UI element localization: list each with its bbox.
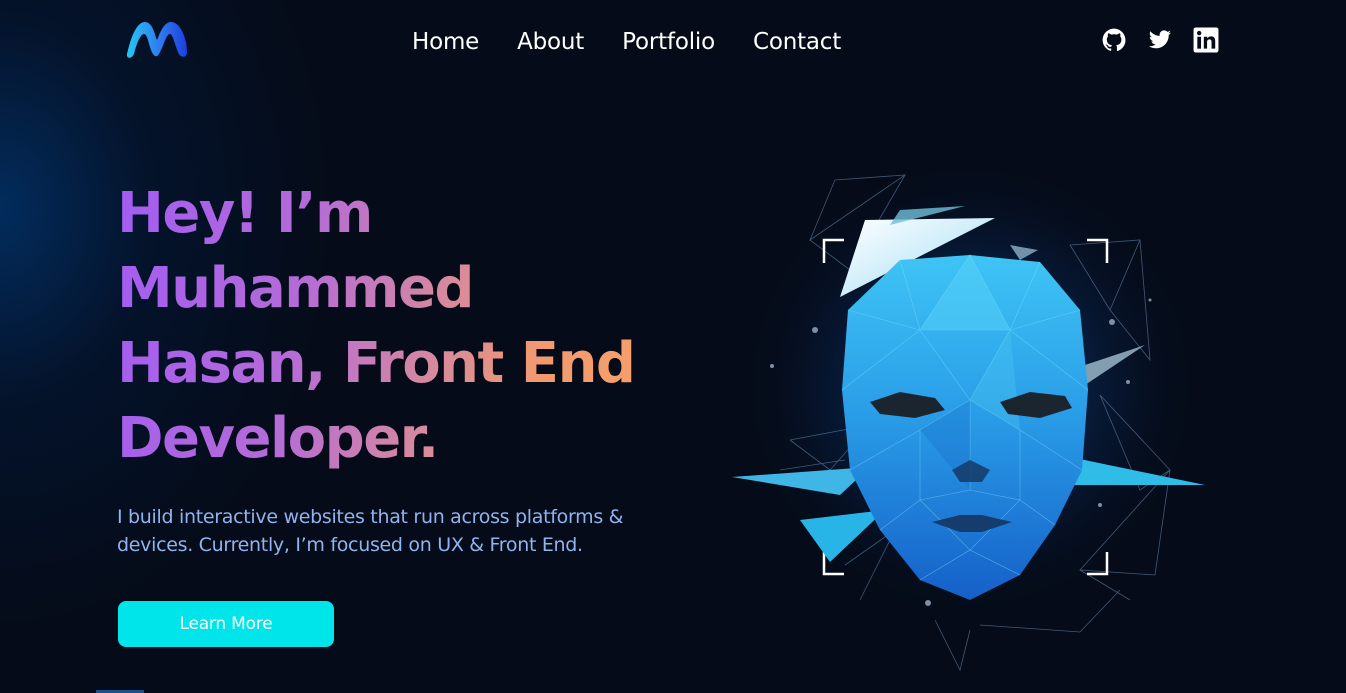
headline-line: Hasan, Front End (117, 331, 635, 396)
linkedin-icon[interactable] (1192, 26, 1220, 54)
hero-headline: Hey! I’m Muhammed Hasan, Front End Devel… (117, 176, 637, 476)
main-nav: Home About Portfolio Contact (412, 26, 841, 58)
logo-icon[interactable] (121, 16, 193, 62)
twitter-icon[interactable] (1146, 26, 1174, 54)
headline-line: Hey! I’m (117, 181, 372, 246)
social-links (1100, 26, 1220, 54)
description-line: devices. Currently, I’m focused on UX & … (117, 534, 583, 556)
github-icon[interactable] (1100, 26, 1128, 54)
hero-description: I build interactive websites that run ac… (117, 503, 637, 559)
nav-home-link[interactable]: Home (412, 26, 479, 58)
nav-contact-link[interactable]: Contact (753, 26, 841, 58)
nav-portfolio-link[interactable]: Portfolio (622, 26, 715, 58)
headline-line: Muhammed (117, 256, 474, 321)
learn-more-button[interactable]: Learn More (118, 601, 334, 647)
description-line: I build interactive websites that run ac… (117, 506, 624, 528)
polygonal-face-illustration (730, 170, 1210, 672)
headline-line: Developer. (117, 406, 438, 471)
nav-about-link[interactable]: About (517, 26, 584, 58)
page: Home About Portfolio Contact Hey! I’m Mu… (0, 0, 1346, 693)
